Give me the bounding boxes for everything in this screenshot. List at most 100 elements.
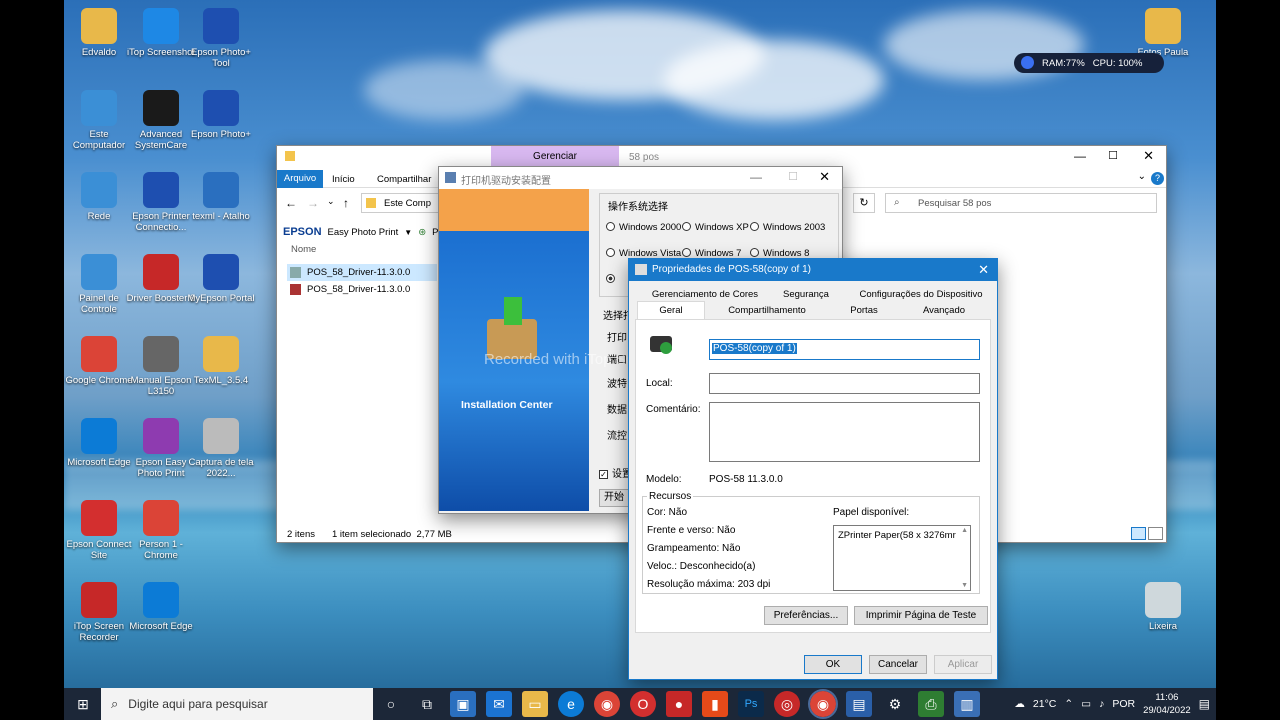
- driver-booster-icon[interactable]: ◎: [774, 691, 800, 717]
- search-input[interactable]: ⌕ Pesquisar 58 pos: [885, 193, 1157, 213]
- minimize-icon[interactable]: —: [1074, 149, 1086, 163]
- easy-photo-print-button[interactable]: Easy Photo Print: [328, 227, 399, 238]
- installer-setting-label: 打印: [607, 333, 627, 344]
- properties-tab[interactable]: Compartilhamento: [705, 305, 829, 316]
- chevron-up-icon[interactable]: ⌃: [1064, 698, 1073, 710]
- language-indicator[interactable]: POR: [1112, 698, 1135, 710]
- properties-tab[interactable]: Configurações do Dispositivo: [851, 289, 991, 300]
- desktop-icon[interactable]: Painel de Controle: [64, 254, 134, 315]
- forward-arrow-icon[interactable]: →: [307, 196, 319, 210]
- tab-arquivo[interactable]: Arquivo: [277, 170, 323, 188]
- office-icon[interactable]: ▮: [702, 691, 728, 717]
- weather-temp[interactable]: 21°C: [1033, 698, 1056, 710]
- volume-icon[interactable]: ♪: [1099, 698, 1104, 710]
- desktop-icon[interactable]: Epson Connect Site: [64, 500, 134, 561]
- desktop-icon[interactable]: Este Computador: [64, 90, 134, 151]
- desktop-icon[interactable]: Epson Photo+: [186, 90, 256, 140]
- tab-inicio[interactable]: Início: [332, 174, 355, 185]
- close-icon[interactable]: ✕: [1143, 148, 1154, 164]
- desktop-icon[interactable]: Microsoft Edge: [64, 418, 134, 468]
- printer-wizard-icon[interactable]: ⎙: [918, 691, 944, 717]
- desktop-icon[interactable]: Person 1 - Chrome: [126, 500, 196, 561]
- installer-task-icon[interactable]: ▤: [846, 691, 872, 717]
- tab-geral-active[interactable]: Geral: [637, 301, 705, 320]
- network-icon[interactable]: ▭: [1081, 698, 1091, 710]
- maximize-icon[interactable]: ☐: [1108, 149, 1118, 162]
- desktop-icon[interactable]: Rede: [64, 172, 134, 222]
- ok-button[interactable]: OK: [804, 655, 862, 674]
- comment-field[interactable]: [709, 402, 980, 462]
- file-row[interactable]: POS_58_Driver-11.3.0.0: [287, 281, 437, 298]
- settings-gear-icon[interactable]: ⚙: [882, 691, 908, 717]
- properties-tab[interactable]: Avançado: [901, 305, 987, 316]
- performance-widget[interactable]: RAM:77% CPU: 100%: [1014, 53, 1164, 73]
- dropdown-icon[interactable]: ▼: [404, 228, 412, 237]
- store-icon[interactable]: ▣: [450, 691, 476, 717]
- desktop-icon[interactable]: Fotos Paula: [1128, 8, 1198, 58]
- desktop-icon[interactable]: Captura de tela 2022...: [186, 418, 256, 479]
- desktop-icon[interactable]: iTop Screen Recorder: [64, 582, 134, 643]
- scroll-up-icon[interactable]: ▲: [961, 527, 968, 534]
- properties-tab[interactable]: Segurança: [761, 289, 851, 300]
- start-windows-icon[interactable]: ⊞: [70, 691, 96, 717]
- desktop-icon[interactable]: texml - Atalho: [186, 172, 256, 222]
- help-icon[interactable]: ?: [1151, 172, 1164, 185]
- model-label: Modelo:: [646, 474, 682, 485]
- refresh-icon[interactable]: ↻: [853, 193, 875, 213]
- cancel-button[interactable]: Cancelar: [869, 655, 927, 674]
- desktop-icon[interactable]: Epson Photo+ Tool: [186, 8, 256, 69]
- chrome-icon[interactable]: ◉: [594, 691, 620, 717]
- maximize-icon[interactable]: ☐: [788, 170, 798, 183]
- clock[interactable]: 11:06 29/04/2022: [1143, 691, 1191, 717]
- os-radio-option[interactable]: Windows XP: [682, 222, 749, 233]
- back-arrow-icon[interactable]: ←: [285, 196, 297, 210]
- scroll-down-icon[interactable]: ▼: [961, 582, 968, 589]
- os-radio-selected[interactable]: [606, 274, 619, 285]
- cloud-weather-icon[interactable]: ☁: [1014, 698, 1025, 710]
- cortana-icon[interactable]: ○: [378, 691, 404, 717]
- local-field[interactable]: [709, 373, 980, 394]
- desktop-icon[interactable]: Lixeira: [1128, 582, 1198, 632]
- desktop-icon[interactable]: Edvaldo: [64, 8, 134, 58]
- photoshop-icon[interactable]: Ps: [738, 691, 764, 717]
- desktop-icon[interactable]: MyEpson Portal: [186, 254, 256, 304]
- printer-name-field[interactable]: POS-58(copy of 1): [709, 339, 980, 360]
- opera-icon[interactable]: O: [630, 691, 656, 717]
- properties-tab[interactable]: Gerenciamento de Cores: [649, 289, 761, 300]
- os-radio-option[interactable]: Windows 2003: [750, 222, 825, 233]
- file-row-selected[interactable]: POS_58_Driver-11.3.0.0: [287, 264, 437, 281]
- close-icon[interactable]: ✕: [819, 169, 830, 185]
- properties-tab[interactable]: Portas: [829, 305, 899, 316]
- chevron-down-icon[interactable]: ⌄: [1138, 171, 1146, 182]
- desktop-icon[interactable]: TexML_3.5.4: [186, 336, 256, 386]
- print-icon[interactable]: ⊛: [418, 227, 426, 238]
- properties-task-icon[interactable]: ▥: [954, 691, 980, 717]
- task-view-icon[interactable]: ⧉: [414, 691, 440, 717]
- tiles-view-icon[interactable]: [1148, 527, 1163, 540]
- column-header-name[interactable]: Nome: [291, 244, 316, 255]
- desktop-icon-label: Painel de Controle: [79, 293, 119, 315]
- close-icon[interactable]: ✕: [978, 262, 989, 278]
- edge-icon[interactable]: e: [558, 691, 584, 717]
- paper-list[interactable]: ZPrinter Paper(58 x 3276mr ▲ ▼: [833, 525, 971, 591]
- os-radio-option[interactable]: Windows 2000: [606, 222, 681, 233]
- apply-button[interactable]: Aplicar: [934, 655, 992, 674]
- mail-icon[interactable]: ✉: [486, 691, 512, 717]
- details-view-icon[interactable]: [1131, 527, 1146, 540]
- print-test-page-button[interactable]: Imprimir Página de Teste: [854, 606, 988, 625]
- paper-item[interactable]: ZPrinter Paper(58 x 3276mr: [838, 530, 956, 541]
- desktop-icon[interactable]: Microsoft Edge: [126, 582, 196, 632]
- recent-chevron-icon[interactable]: ⌄: [327, 196, 335, 207]
- recorder-icon[interactable]: ●: [666, 691, 692, 717]
- tab-compartilhar[interactable]: Compartilhar: [377, 174, 431, 185]
- chrome-profile-icon[interactable]: ◉: [808, 689, 838, 719]
- ribbon-context-tab[interactable]: Gerenciar: [491, 146, 619, 168]
- up-arrow-icon[interactable]: ↑: [343, 196, 349, 210]
- desktop-icon[interactable]: Google Chrome: [64, 336, 134, 386]
- preferences-button[interactable]: Preferências...: [764, 606, 848, 625]
- minimize-icon[interactable]: —: [750, 170, 762, 184]
- notifications-icon[interactable]: ▤: [1199, 697, 1210, 711]
- start-install-button[interactable]: 开始安: [599, 489, 629, 507]
- taskbar-search-input[interactable]: ⌕ Digite aqui para pesquisar: [101, 688, 373, 720]
- file-explorer-icon[interactable]: ▭: [522, 691, 548, 717]
